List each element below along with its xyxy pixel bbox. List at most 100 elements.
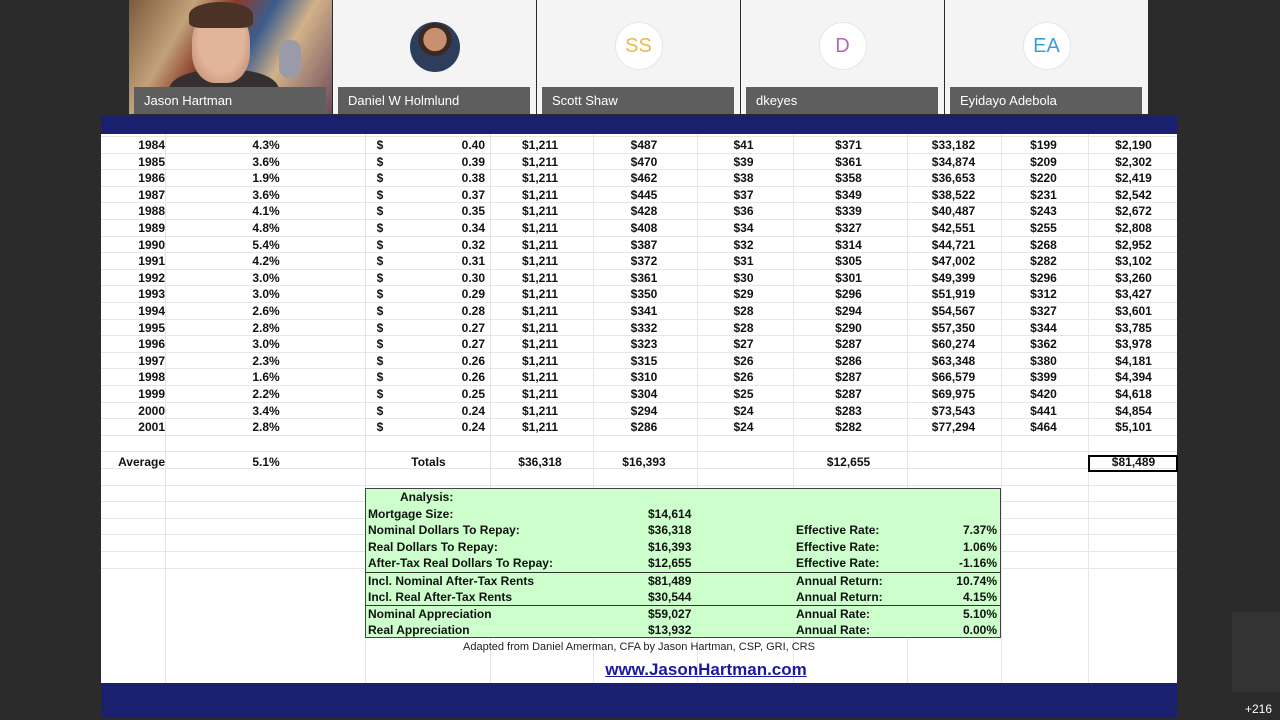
rent-cell: $69,975	[931, 387, 976, 401]
tax-cell: $28	[733, 320, 754, 335]
year-cell: 1995	[138, 320, 165, 335]
average-value: 5.1%	[252, 455, 280, 469]
analysis-rate-label: Annual Rate:	[796, 622, 871, 637]
dollar-sign-cell: $	[376, 320, 384, 335]
net-rent-cell: $2,302	[1115, 154, 1152, 169]
real-payment-cell: $361	[630, 270, 658, 285]
inflation-cell: 2.2%	[252, 387, 280, 401]
analysis-rate-label: Annual Rate:	[796, 607, 871, 622]
tax-cell: $36	[733, 204, 754, 219]
cost-cell: $312	[1030, 287, 1057, 302]
net-rent-cell: $4,854	[1115, 403, 1152, 418]
analysis-row: Incl. Real After-Tax Rents $30,544 Annual …	[366, 589, 1000, 606]
inflation-cell: 2.6%	[252, 304, 280, 318]
participant-tile-video[interactable]: Jason Hartman	[129, 0, 332, 114]
dollar-value-cell: 0.26	[461, 353, 485, 368]
real-payment-cell: $408	[630, 221, 658, 235]
cost-cell: $399	[1030, 370, 1057, 385]
average-label: Average	[118, 455, 165, 469]
more-participants-count[interactable]: +216	[1245, 702, 1272, 716]
cost-cell: $231	[1030, 187, 1057, 202]
payment-cell: $1,211	[521, 221, 559, 235]
table-row: 1987 3.6% $0.37 $1,211 $445 $37 $349 $38,522 $23…	[101, 187, 1177, 204]
inflation-cell: 4.3%	[252, 138, 280, 152]
tax-cell: $31	[733, 254, 754, 269]
net-rent-cell: $2,672	[1115, 204, 1152, 219]
rent-cell: $47,002	[931, 254, 976, 269]
analysis-label: Nominal Dollars To Repay:	[368, 523, 520, 538]
cost-cell: $296	[1030, 270, 1057, 285]
real-payment-cell: $445	[630, 187, 658, 202]
participant-name: Daniel W Holmlund	[338, 87, 530, 114]
dollar-value-cell: 0.38	[461, 171, 485, 186]
cost-cell: $380	[1030, 353, 1057, 368]
table-row: 2000 3.4% $0.24 $1,211 $294 $24 $283 $73,543 $44…	[101, 403, 1177, 420]
after-tax-cell: $305	[835, 254, 862, 269]
avatar	[409, 22, 460, 72]
rent-cell: $44,721	[931, 237, 976, 252]
analysis-row: Mortgage Size: $14,614	[366, 506, 1000, 523]
website-link[interactable]: www.JasonHartman.com	[101, 660, 1280, 680]
inflation-cell: 3.6%	[252, 187, 280, 202]
participant-tile[interactable]: Daniel W Holmlund	[333, 0, 536, 114]
net-rent-cell: $3,427	[1115, 287, 1152, 302]
payment-cell: $1,211	[521, 187, 559, 202]
payment-cell: $1,211	[521, 304, 559, 318]
dollar-sign-cell: $	[376, 237, 384, 252]
analysis-rate-value: -1.16%	[958, 556, 997, 571]
analysis-label: Mortgage Size:	[368, 506, 454, 521]
year-cell: 2000	[138, 403, 165, 418]
tax-cell: $26	[733, 370, 754, 385]
real-payment-cell: $286	[630, 420, 658, 435]
dollar-sign-cell: $	[376, 187, 384, 202]
rent-cell: $51,919	[931, 287, 976, 302]
table-row: 1997 2.3% $0.26 $1,211 $315 $26 $286 $63,348 $38…	[101, 353, 1177, 370]
dollar-value-cell: 0.39	[461, 154, 485, 169]
table-row: 1990 5.4% $0.32 $1,211 $387 $32 $314 $44,721 $26…	[101, 237, 1177, 254]
rent-cell: $49,399	[931, 270, 976, 285]
participant-tile[interactable]: EA Eyidayo Adebola	[945, 0, 1148, 114]
payment-cell: $1,211	[521, 270, 559, 285]
rent-cell: $73,543	[931, 403, 976, 418]
analysis-value: $59,027	[648, 607, 692, 622]
participant-tile[interactable]: D dkeyes	[741, 0, 944, 114]
year-cell: 1988	[138, 204, 165, 219]
dollar-value-cell: 0.24	[461, 420, 485, 435]
rent-cell: $57,350	[931, 320, 976, 335]
total-real: $16,393	[622, 455, 666, 469]
dollar-value-cell: 0.24	[461, 403, 485, 418]
cost-cell: $441	[1030, 403, 1057, 418]
analysis-row: After-Tax Real Dollars To Repay: $12,655 E…	[366, 555, 1000, 572]
dollar-value-cell: 0.26	[461, 370, 485, 385]
year-cell: 1994	[138, 304, 165, 318]
real-payment-cell: $462	[630, 171, 658, 186]
summary-row: Average 5.1% Totals $36,318 $16,393 $12,…	[101, 454, 1177, 471]
analysis-row: Real Appreciation $13,932 Annual Rate: 0.00…	[366, 622, 1000, 639]
analysis-rate-value: 10.74%	[956, 574, 997, 588]
tax-cell: $26	[733, 353, 754, 368]
dollar-sign-cell: $	[376, 270, 384, 285]
participant-tile[interactable]: SS Scott Shaw	[537, 0, 740, 114]
analysis-label: Nominal Appreciation	[368, 607, 492, 622]
dollar-sign-cell: $	[376, 304, 384, 318]
payment-cell: $1,211	[521, 171, 559, 186]
table-row: 1988 4.1% $0.35 $1,211 $428 $36 $339 $40,487 $24…	[101, 203, 1177, 220]
real-payment-cell: $315	[630, 353, 658, 368]
table-row: 1991 4.2% $0.31 $1,211 $372 $31 $305 $47,002 $28…	[101, 253, 1177, 270]
dollar-value-cell: 0.29	[461, 287, 485, 302]
analysis-label: After-Tax Real Dollars To Repay:	[368, 556, 553, 571]
inflation-cell: 1.6%	[252, 370, 280, 385]
payment-cell: $1,211	[521, 320, 559, 335]
net-rent-cell: $2,952	[1115, 237, 1152, 252]
after-tax-cell: $301	[835, 270, 862, 285]
analysis-value: $14,614	[648, 506, 692, 521]
rent-cell: $42,551	[931, 221, 976, 235]
tax-cell: $24	[733, 403, 754, 418]
slide-footer-bar	[101, 683, 1177, 718]
dollar-value-cell: 0.30	[461, 270, 485, 285]
tax-cell: $39	[733, 154, 754, 169]
dollar-sign-cell: $	[376, 337, 384, 352]
analysis-rate-value: 4.15%	[962, 589, 997, 604]
year-cell: 1996	[138, 337, 165, 352]
real-payment-cell: $310	[630, 370, 658, 385]
